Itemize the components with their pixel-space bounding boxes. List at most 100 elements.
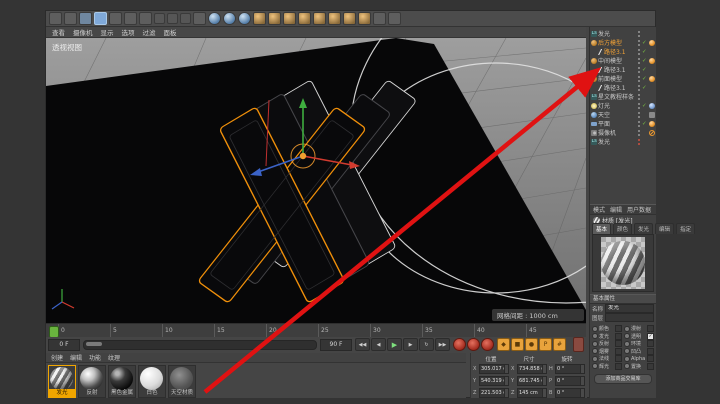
coordinate-system-icon[interactable] [193, 12, 206, 25]
object-row[interactable]: 灯光 ✓ [590, 101, 656, 110]
viewport-menu-item[interactable]: 面板 [164, 27, 177, 37]
channel-checkbox[interactable] [624, 326, 630, 332]
object-row[interactable]: 平面 ✓ [590, 119, 656, 128]
attribute-tab[interactable]: 编辑 [610, 205, 622, 214]
object-tag-icon[interactable] [649, 103, 655, 109]
material-thumbnail[interactable]: 白色 [138, 365, 166, 398]
attribute-tab[interactable]: 模式 [593, 205, 605, 214]
key-position-button[interactable]: ◆ [497, 338, 510, 351]
position-y-field[interactable]: 540.319 cm [479, 376, 509, 386]
layer-input[interactable] [605, 313, 654, 322]
object-tag-icon[interactable] [649, 112, 655, 118]
scale-tool-icon[interactable] [109, 12, 122, 25]
channel-checkbox[interactable] [624, 333, 630, 339]
channel-checkbox[interactable] [624, 356, 630, 362]
visibility-dots-icon[interactable] [638, 57, 641, 65]
object-row[interactable]: 星文教程样条 ✓ [590, 92, 656, 101]
key-parameter-button[interactable]: P [539, 338, 552, 351]
object-row[interactable]: 发光 ✓ [590, 137, 656, 146]
timeline-ruler[interactable]: 051015202530354045 [46, 323, 586, 338]
channel-checkbox[interactable] [624, 348, 630, 354]
material-thumbnail[interactable]: 黑色金属 [108, 365, 136, 398]
channel-state-icon[interactable] [615, 348, 622, 355]
enabled-check-icon[interactable]: ✓ [642, 76, 648, 82]
material-thumbnail[interactable]: 反射 [78, 365, 106, 398]
next-frame-button[interactable]: ▶ [403, 338, 418, 351]
material-tab[interactable]: 发光 [634, 223, 653, 234]
undo-icon[interactable] [49, 12, 62, 25]
channel-state-icon[interactable] [615, 325, 622, 332]
object-row[interactable]: 路径3.1 ✓ [590, 47, 656, 56]
visibility-dots-icon[interactable] [638, 84, 641, 92]
object-row[interactable]: 前面模型 ✓ [590, 74, 656, 83]
record-autokey-button[interactable] [467, 338, 480, 351]
perspective-viewport[interactable]: 透视视图 网格间距 : 1000 cm [46, 38, 586, 323]
channel-state-icon[interactable] [615, 333, 622, 340]
enabled-check-icon[interactable]: ✓ [642, 58, 648, 64]
x-axis-lock-icon[interactable] [154, 13, 165, 24]
render-settings-icon[interactable] [238, 12, 251, 25]
object-tag-icon[interactable] [649, 121, 655, 127]
jump-start-button[interactable]: ◀◀ [355, 338, 370, 351]
redo-icon[interactable] [64, 12, 77, 25]
viewport-menu-item[interactable]: 显示 [101, 27, 114, 37]
visibility-dots-icon[interactable] [638, 93, 641, 101]
channel-state-icon[interactable] [647, 325, 654, 332]
y-axis-lock-icon[interactable] [167, 13, 178, 24]
play-button[interactable]: ▶ [387, 338, 402, 351]
viewport-menu-item[interactable]: 过滤 [143, 27, 156, 37]
material-tab[interactable]: 编辑 [655, 223, 674, 234]
visibility-dots-icon[interactable] [638, 138, 641, 146]
channel-checkbox[interactable] [592, 326, 598, 332]
end-frame-field[interactable]: 90 F [320, 339, 352, 351]
layout-interface-icon[interactable] [373, 12, 386, 25]
material-menu-item[interactable]: 创建 [51, 353, 63, 362]
frame-range-slider[interactable] [83, 340, 317, 350]
visibility-dots-icon[interactable] [638, 129, 641, 137]
jump-end-button[interactable]: ▶▶ [435, 338, 450, 351]
object-row[interactable]: 摄像机 ✓ [590, 128, 656, 137]
visibility-dots-icon[interactable] [638, 102, 641, 110]
channel-state-icon[interactable] [647, 348, 654, 355]
channel-state-icon[interactable] [647, 340, 654, 347]
light-add-icon[interactable] [358, 12, 371, 25]
position-x-field[interactable]: 305.017 cm [479, 364, 509, 374]
channel-state-icon[interactable] [647, 333, 654, 340]
material-thumbnail[interactable]: 天空材质 [168, 365, 196, 398]
render-picture-viewer-icon[interactable] [223, 12, 236, 25]
material-preview-pane[interactable] [592, 234, 654, 292]
visibility-dots-icon[interactable] [638, 30, 641, 38]
channel-state-icon[interactable] [615, 340, 622, 347]
enabled-check-icon[interactable]: ✓ [642, 103, 648, 109]
channel-checkbox[interactable] [592, 363, 598, 369]
visibility-dots-icon[interactable] [638, 39, 641, 47]
material-menu-item[interactable]: 编辑 [70, 353, 82, 362]
size-x-field[interactable]: 734.858 cm [517, 364, 547, 374]
object-row[interactable]: 中间模型 ✓ [590, 56, 656, 65]
channel-checkbox[interactable] [592, 341, 598, 347]
subdivision-surface-icon[interactable] [283, 12, 296, 25]
channel-checkbox[interactable] [624, 341, 630, 347]
frame-slider-handle[interactable] [86, 342, 102, 346]
channel-checkbox[interactable] [624, 363, 630, 369]
array-generator-icon[interactable] [298, 12, 311, 25]
object-row[interactable]: 路径3.1 ✓ [590, 65, 656, 74]
size-z-field[interactable]: 145 cm [517, 388, 547, 398]
material-tab[interactable]: 指定 [676, 223, 695, 234]
viewport-menu-item[interactable]: 选项 [122, 27, 135, 37]
object-row[interactable]: 天空 ✓ [590, 110, 656, 119]
enabled-check-icon[interactable]: ✓ [642, 49, 648, 55]
rotation-h-field[interactable]: 0 ° [555, 364, 585, 374]
viewport-menu-item[interactable]: 查看 [52, 27, 65, 37]
object-row[interactable]: 发光 ✓ [590, 29, 656, 38]
visibility-dots-icon[interactable] [638, 48, 641, 56]
channel-checkbox[interactable] [592, 333, 598, 339]
visibility-dots-icon[interactable] [638, 111, 641, 119]
object-tag-icon[interactable] [649, 40, 655, 46]
primitive-cube-icon[interactable] [253, 12, 266, 25]
name-input[interactable]: 发光 [605, 304, 654, 313]
enabled-check-icon[interactable]: ✓ [642, 121, 648, 127]
object-row[interactable]: 后方模型 ✓ [590, 38, 656, 47]
z-axis-lock-icon[interactable] [180, 13, 191, 24]
attribute-tab[interactable]: 用户数据 [627, 205, 651, 214]
